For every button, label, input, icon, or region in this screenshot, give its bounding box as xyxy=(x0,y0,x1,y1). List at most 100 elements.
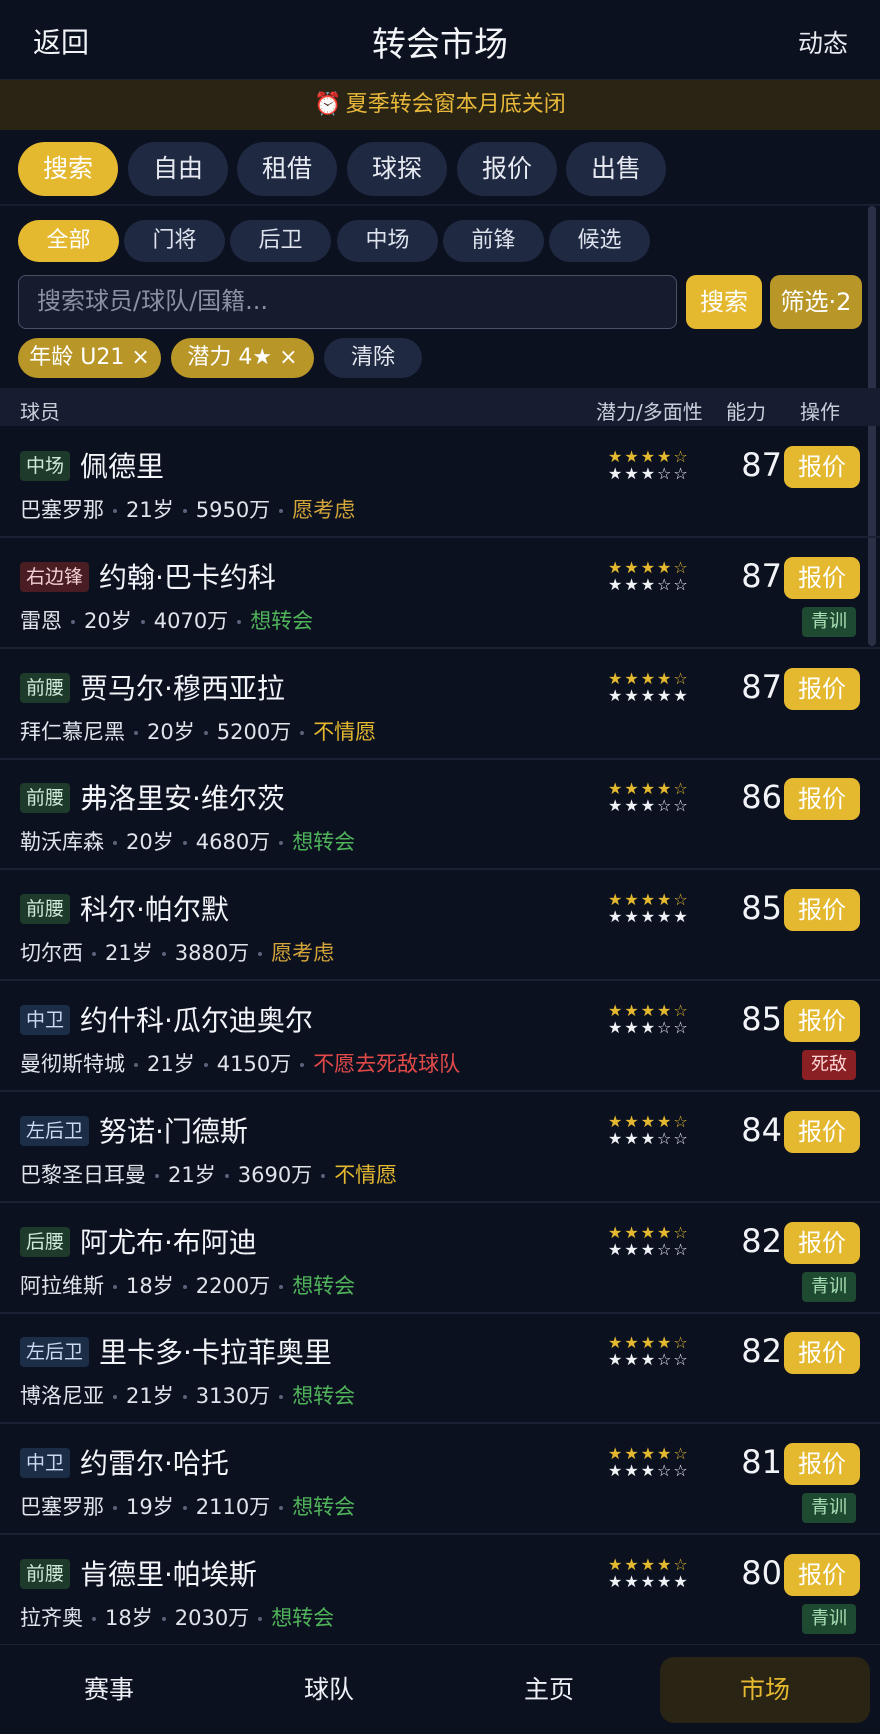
separator-dot xyxy=(279,509,284,513)
youth-tag: 青训 xyxy=(802,1604,856,1634)
offer-button[interactable]: 报价 xyxy=(784,446,860,488)
filter-all[interactable]: 全部 xyxy=(18,220,119,262)
potential-stars: ★★★★☆ xyxy=(608,557,690,577)
offer-button[interactable]: 报价 xyxy=(784,1332,860,1375)
player-row[interactable]: 中卫 约雷尔·哈托 巴塞罗那 19岁 2110万 想转会 ★★★★☆ ★★★☆☆ 81 报价 青训 xyxy=(0,1425,880,1536)
separator-dot xyxy=(161,952,166,957)
separator-dot xyxy=(140,619,145,624)
versatility-stars: ★★★☆☆ xyxy=(608,1239,690,1259)
tab-offers[interactable]: 报价 xyxy=(457,142,557,196)
search-button[interactable]: 搜索 xyxy=(686,275,762,329)
versatility-stars: ★★★☆☆ xyxy=(608,796,690,816)
player-name[interactable]: 里卡多·卡拉菲奥里 xyxy=(99,1331,332,1371)
player-age: 18岁 xyxy=(126,1273,174,1298)
player-value: 2110万 xyxy=(195,1495,271,1520)
player-status: 不情愿 xyxy=(334,1162,398,1187)
filter-forward[interactable]: 前锋 xyxy=(443,220,544,262)
offer-button[interactable]: 报价 xyxy=(784,1221,860,1264)
offer-button[interactable]: 报价 xyxy=(784,889,860,932)
offer-button[interactable]: 报价 xyxy=(784,1554,860,1596)
player-row[interactable]: 前腰 肯德里·帕埃斯 拉齐奥 18岁 2030万 想转会 ★★★★☆ ★★★★★ 80 报价 青训 xyxy=(0,1536,880,1646)
player-age: 20岁 xyxy=(147,719,195,744)
youth-tag: 青训 xyxy=(802,606,856,637)
player-row[interactable]: 后腰 阿尤布·布阿迪 阿拉维斯 18岁 2200万 想转会 ★★★★☆ ★★★☆☆ 82 报价 青训 xyxy=(0,1204,880,1314)
tab-sell[interactable]: 出售 xyxy=(566,142,666,196)
ability-value: 87 xyxy=(741,556,782,595)
offer-button[interactable]: 报价 xyxy=(784,667,860,710)
nav-market[interactable]: 市场 xyxy=(660,1657,870,1723)
filter-goalkeeper[interactable]: 门将 xyxy=(124,220,225,262)
filter-midfielder[interactable]: 中场 xyxy=(337,220,438,262)
player-row[interactable]: 前腰 贾马尔·穆西亚拉 拜仁慕尼黑 20岁 5200万 不情愿 ★★★★☆ ★★★★★ 87 报价 xyxy=(0,650,880,760)
filter-shortlist[interactable]: 候选 xyxy=(549,220,650,262)
nav-home[interactable]: 主页 xyxy=(444,1657,654,1723)
player-name[interactable]: 贾马尔·穆西亚拉 xyxy=(80,667,285,707)
player-meta: 切尔西 21岁 3880万 愿考虑 xyxy=(20,937,334,967)
separator-dot xyxy=(134,1063,138,1067)
player-row[interactable]: 左后卫 努诺·门德斯 巴黎圣日耳曼 21岁 3690万 不情愿 ★★★★☆ ★★★☆☆ 84 报价 xyxy=(0,1093,880,1203)
filter-chip-potential[interactable]: 潜力 4★ × xyxy=(171,338,314,378)
player-value: 2200万 xyxy=(195,1273,271,1298)
player-age: 18岁 xyxy=(105,1606,153,1630)
position-badge: 中卫 xyxy=(20,1448,71,1479)
player-status: 想转会 xyxy=(250,608,314,633)
tab-search[interactable]: 搜索 xyxy=(18,142,118,196)
player-name[interactable]: 约什科·瓜尔迪奥尔 xyxy=(80,999,313,1039)
position-badge: 前腰 xyxy=(20,783,71,814)
player-name[interactable]: 弗洛里安·维尔茨 xyxy=(80,777,285,817)
tab-loan[interactable]: 租借 xyxy=(237,142,337,196)
offer-button[interactable]: 报价 xyxy=(784,778,860,821)
ability-value: 81 xyxy=(741,1443,782,1482)
offer-button[interactable]: 报价 xyxy=(784,556,860,599)
filter-chip-age[interactable]: 年龄 U21 × xyxy=(18,338,161,378)
potential-versatility-stars: ★★★★☆ ★★★☆☆ xyxy=(608,780,690,814)
player-name[interactable]: 肯德里·帕埃斯 xyxy=(80,1553,257,1593)
search-input[interactable]: 搜索球员/球队/国籍... xyxy=(18,275,677,329)
player-value: 2030万 xyxy=(174,1606,250,1630)
player-row[interactable]: 左后卫 里卡多·卡拉菲奥里 博洛尼亚 21岁 3130万 想转会 ★★★★☆ ★★★☆☆ 82 报… xyxy=(0,1314,880,1425)
player-row[interactable]: 前腰 科尔·帕尔默 切尔西 21岁 3880万 愿考虑 ★★★★☆ ★★★★★ 85 报价 xyxy=(0,871,880,982)
tab-free[interactable]: 自由 xyxy=(128,142,228,196)
separator-dot xyxy=(279,841,284,846)
nav-team[interactable]: 球队 xyxy=(224,1657,434,1723)
ability-value: 87 xyxy=(741,446,782,484)
player-row[interactable]: 前腰 弗洛里安·维尔茨 勒沃库森 20岁 4680万 想转会 ★★★★☆ ★★★☆☆ 86 报价 xyxy=(0,760,880,871)
clear-filters-button[interactable]: 清除 xyxy=(324,338,422,378)
player-age: 21岁 xyxy=(126,498,174,522)
separator-dot xyxy=(279,1395,284,1400)
separator-dot xyxy=(182,509,187,513)
nav-matches[interactable]: 赛事 xyxy=(4,1657,214,1723)
separator-dot xyxy=(182,841,187,846)
ability-value: 84 xyxy=(741,1110,782,1149)
player-name[interactable]: 约翰·巴卡约科 xyxy=(99,556,276,596)
position-badge: 右边锋 xyxy=(20,561,90,592)
player-name[interactable]: 佩德里 xyxy=(80,445,164,485)
potential-versatility-stars: ★★★★☆ ★★★☆☆ xyxy=(608,1224,690,1258)
offer-button[interactable]: 报价 xyxy=(784,1443,860,1486)
player-club: 巴黎圣日耳曼 xyxy=(20,1162,146,1187)
player-row[interactable]: 中场 佩德里 巴塞罗那 21岁 5950万 愿考虑 ★★★★☆ ★★★☆☆ 87 报价 xyxy=(0,428,880,538)
potential-stars: ★★★★☆ xyxy=(608,890,690,910)
filter-defender[interactable]: 后卫 xyxy=(230,220,331,262)
player-name[interactable]: 科尔·帕尔默 xyxy=(80,888,229,928)
player-status: 不愿去死敌球队 xyxy=(313,1052,461,1076)
potential-stars: ★★★★☆ xyxy=(608,447,690,466)
player-name[interactable]: 阿尤布·布阿迪 xyxy=(80,1221,257,1261)
position-badge: 前腰 xyxy=(20,894,71,925)
player-meta: 雷恩 20岁 4070万 想转会 xyxy=(20,605,313,635)
filter-button[interactable]: 筛选·2 xyxy=(770,275,862,329)
potential-stars: ★★★★☆ xyxy=(608,1111,690,1131)
player-name[interactable]: 约雷尔·哈托 xyxy=(80,1442,229,1482)
player-row[interactable]: 右边锋 约翰·巴卡约科 雷恩 20岁 4070万 想转会 ★★★★☆ ★★★☆☆ 87 报价 青训 xyxy=(0,539,880,649)
tab-scout[interactable]: 球探 xyxy=(347,142,447,196)
player-name[interactable]: 努诺·门德斯 xyxy=(99,1110,248,1150)
player-meta: 阿拉维斯 18岁 2200万 想转会 xyxy=(20,1270,355,1300)
offer-button[interactable]: 报价 xyxy=(784,1110,860,1153)
offer-button[interactable]: 报价 xyxy=(784,1000,860,1042)
youth-tag: 青训 xyxy=(802,1493,856,1524)
potential-stars: ★★★★☆ xyxy=(608,668,690,688)
player-club: 曼彻斯特城 xyxy=(20,1052,125,1076)
player-row[interactable]: 中卫 约什科·瓜尔迪奥尔 曼彻斯特城 21岁 4150万 不愿去死敌球队 ★★★★☆ ★★★☆… xyxy=(0,982,880,1092)
table-header: 球员 潜力/多面性 能力 操作 xyxy=(0,388,880,426)
news-button[interactable]: 动态 xyxy=(798,24,848,60)
